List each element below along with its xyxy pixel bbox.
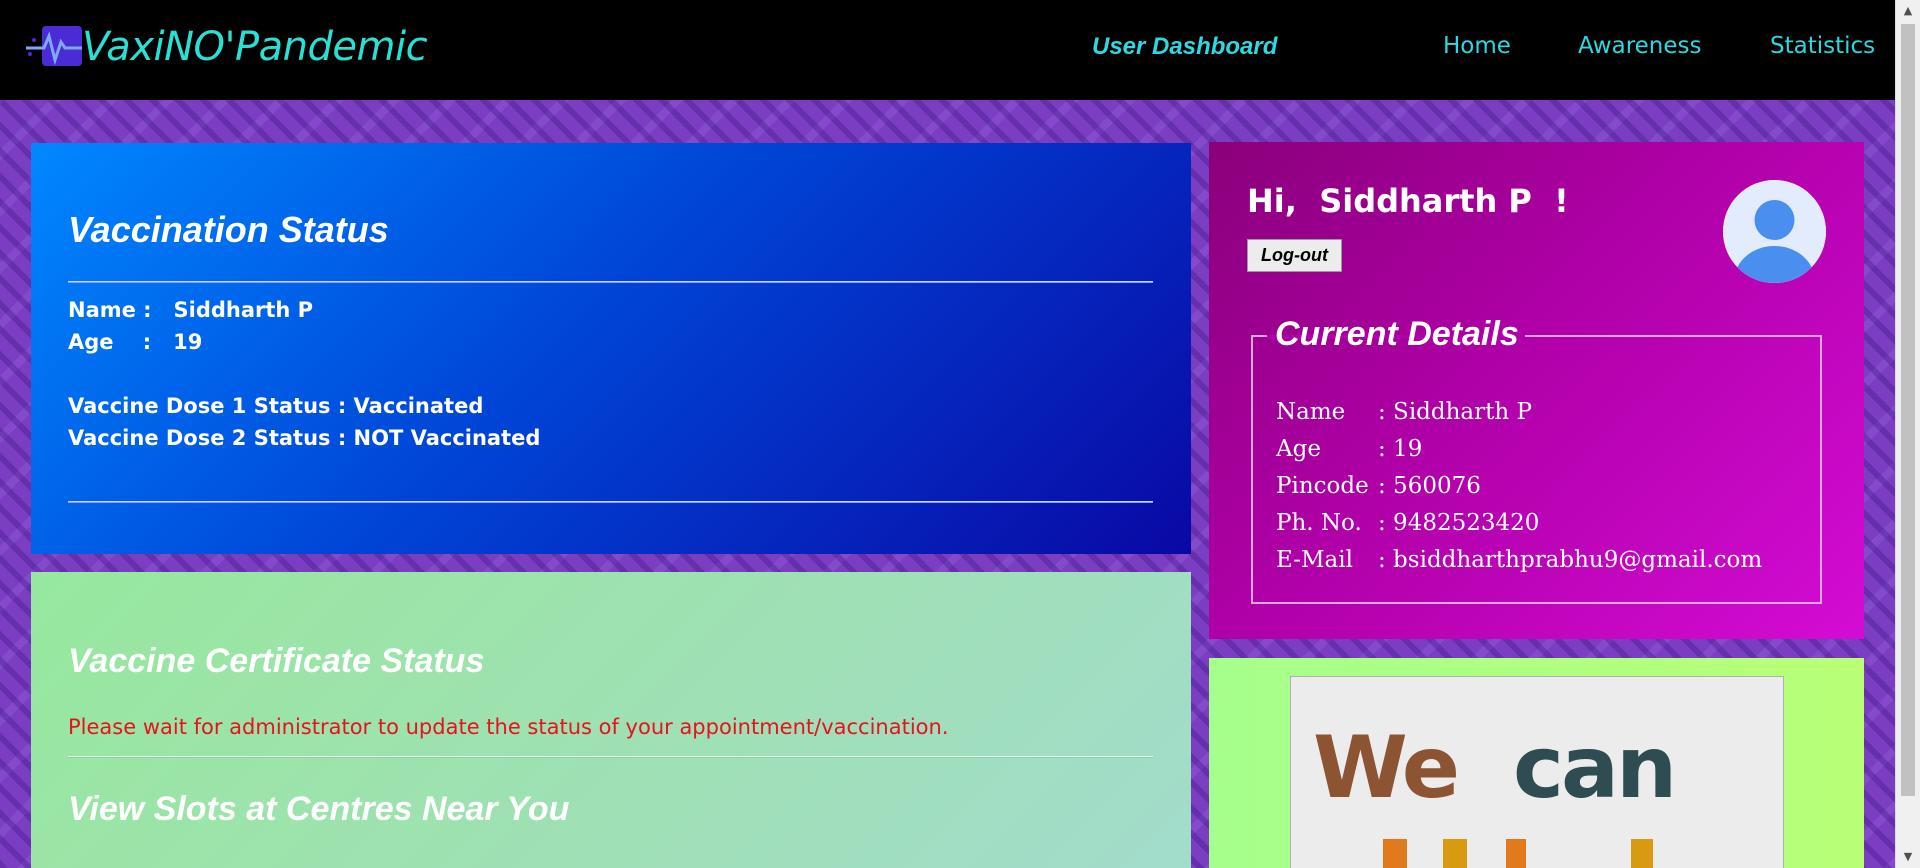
current-details-title: Current Details [1275, 315, 1519, 353]
detail-value: : bsiddharthprabhu9@gmail.com [1378, 547, 1763, 573]
detail-row-email: E-Mail : bsiddharthprabhu9@gmail.com [1276, 547, 1762, 573]
nav-user-dashboard[interactable]: User Dashboard [1092, 33, 1277, 61]
banner-letter-fragment [1506, 839, 1526, 868]
detail-label: Pincode [1276, 473, 1369, 499]
page-viewport: VaxiNO'Pandemic User Dashboard Home Awar… [0, 0, 1895, 868]
awareness-banner-image: We can [1290, 676, 1784, 868]
detail-row-age: Age : 19 [1276, 436, 1422, 462]
banner-letter-fragment [1383, 839, 1407, 868]
brand-logo-icon [26, 26, 82, 66]
avatar [1723, 180, 1826, 283]
detail-label: Ph. No. [1276, 510, 1362, 536]
certificate-status-message: Please wait for administrator to update … [68, 715, 949, 739]
divider [68, 281, 1153, 283]
detail-row-name: Name : Siddharth P [1276, 399, 1532, 425]
banner-word-can: can [1513, 718, 1677, 818]
logout-button[interactable]: Log-out [1247, 239, 1342, 272]
nav-link-awareness[interactable]: Awareness [1578, 33, 1702, 59]
vaccination-age: Age : 19 [68, 330, 203, 354]
detail-row-pincode: Pincode : 560076 [1276, 473, 1481, 499]
user-avatar-icon [1723, 180, 1826, 283]
scroll-down-icon[interactable]: ▼ [1896, 846, 1920, 868]
vaccination-status-card: Vaccination Status Name : Siddharth P Ag… [31, 143, 1191, 554]
awareness-banner-card: We can [1209, 658, 1864, 868]
vaccination-status-title: Vaccination Status [68, 209, 389, 250]
banner-letter-fragment [1443, 839, 1467, 868]
divider [68, 501, 1153, 503]
dose2-status: Vaccine Dose 2 Status : NOT Vaccinated [68, 426, 541, 450]
nav-link-statistics[interactable]: Statistics [1770, 33, 1875, 59]
certificate-status-card: Vaccine Certificate Status Please wait f… [31, 572, 1191, 868]
scroll-thumb[interactable] [1901, 24, 1915, 796]
detail-value: : 9482523420 [1378, 510, 1540, 536]
navbar: VaxiNO'Pandemic User Dashboard Home Awar… [0, 0, 1895, 100]
scroll-up-icon[interactable]: ▲ [1896, 0, 1920, 22]
detail-row-phone: Ph. No. : 9482523420 [1276, 510, 1539, 536]
detail-label: Age [1276, 436, 1321, 462]
detail-value: : Siddharth P [1378, 399, 1532, 425]
divider [68, 756, 1153, 758]
view-slots-title[interactable]: View Slots at Centres Near You [68, 790, 569, 829]
profile-card: Hi, Siddharth P ! Log-out Current Detail… [1209, 142, 1864, 639]
detail-value: : 19 [1378, 436, 1423, 462]
detail-label: E-Mail [1276, 547, 1353, 573]
banner-word-we: We [1313, 718, 1460, 818]
vertical-scrollbar[interactable]: ▲ ▼ [1895, 0, 1920, 868]
brand-name: VaxiNO'Pandemic [82, 24, 428, 70]
detail-label: Name [1276, 399, 1346, 425]
brand[interactable]: VaxiNO'Pandemic [24, 20, 428, 74]
certificate-status-title: Vaccine Certificate Status [68, 642, 485, 680]
detail-value: : 560076 [1378, 473, 1481, 499]
nav-link-home[interactable]: Home [1443, 33, 1511, 59]
dose1-status: Vaccine Dose 1 Status : Vaccinated [68, 394, 484, 418]
current-details-panel: Current Details Name : Siddharth P Age : 1… [1251, 315, 1822, 604]
banner-letter-fragment [1631, 839, 1653, 868]
vaccination-name: Name : Siddharth P [68, 298, 314, 322]
greeting: Hi, Siddharth P ! [1247, 182, 1569, 220]
